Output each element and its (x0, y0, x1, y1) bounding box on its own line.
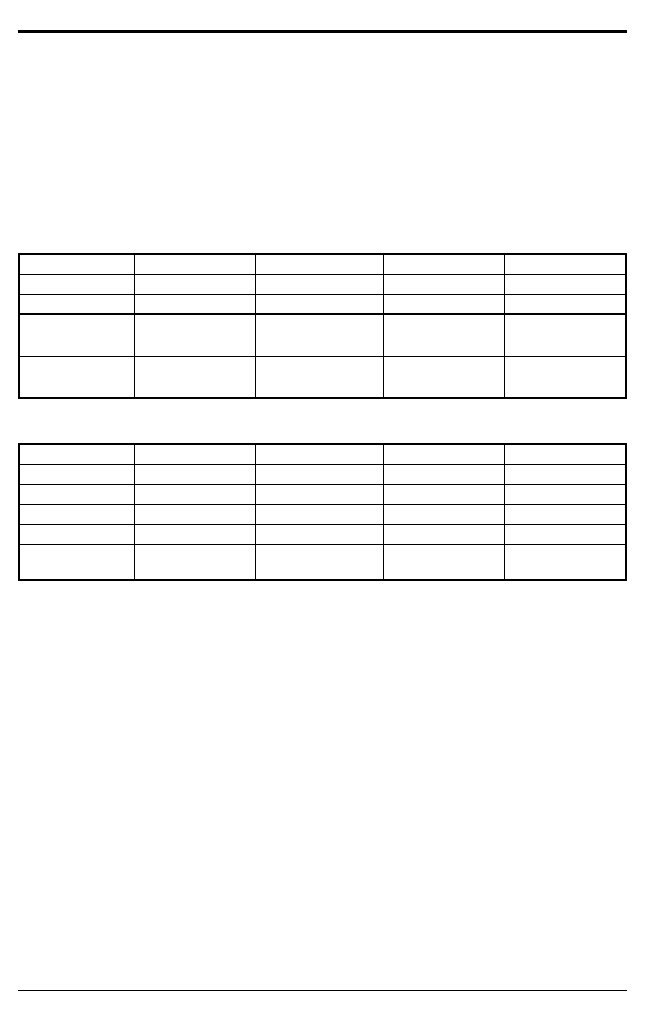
cell (256, 444, 383, 464)
cell (383, 356, 504, 398)
cell (383, 444, 504, 464)
table-row (19, 484, 626, 504)
cell (134, 524, 255, 544)
cell (505, 356, 626, 398)
cell (505, 314, 626, 356)
cell (505, 254, 626, 274)
cell (505, 444, 626, 464)
cell (134, 444, 255, 464)
cell (19, 464, 134, 484)
cell (19, 504, 134, 524)
cell (256, 274, 383, 294)
cell (256, 484, 383, 504)
table-row (19, 294, 626, 314)
cell (256, 314, 383, 356)
cell (383, 544, 504, 580)
table-row (19, 464, 626, 484)
cell (505, 294, 626, 314)
cell (505, 524, 626, 544)
cell (256, 464, 383, 484)
table-row (19, 254, 626, 274)
cell (19, 274, 134, 294)
cell (383, 464, 504, 484)
cell (383, 274, 504, 294)
cell (19, 544, 134, 580)
table-1 (18, 253, 627, 399)
cell (505, 464, 626, 484)
cell (19, 294, 134, 314)
cell (19, 254, 134, 274)
table-row (19, 524, 626, 544)
cell (505, 504, 626, 524)
table-row (19, 504, 626, 524)
cell (134, 356, 255, 398)
cell (505, 484, 626, 504)
cell (256, 524, 383, 544)
cell (383, 294, 504, 314)
cell (383, 254, 504, 274)
cell (256, 544, 383, 580)
cell (134, 484, 255, 504)
cell (134, 294, 255, 314)
table-2 (18, 443, 627, 581)
table-row (19, 314, 626, 356)
table-row (19, 356, 626, 398)
bottom-rule (18, 990, 627, 991)
cell (383, 524, 504, 544)
table-row (19, 274, 626, 294)
cell (256, 504, 383, 524)
cell (256, 254, 383, 274)
cell (383, 504, 504, 524)
top-rule (18, 30, 627, 33)
cell (256, 294, 383, 314)
table-gap (18, 399, 627, 443)
cell (505, 544, 626, 580)
cell (134, 504, 255, 524)
cell (19, 524, 134, 544)
cell (134, 314, 255, 356)
cell (134, 544, 255, 580)
cell (19, 356, 134, 398)
table-row (19, 444, 626, 464)
cell (383, 484, 504, 504)
cell (134, 274, 255, 294)
cell (505, 274, 626, 294)
table-row (19, 544, 626, 580)
cell (383, 314, 504, 356)
cell (19, 444, 134, 464)
page (0, 0, 645, 1029)
cell (134, 254, 255, 274)
cell (19, 484, 134, 504)
cell (134, 464, 255, 484)
cell (256, 356, 383, 398)
cell (19, 314, 134, 356)
